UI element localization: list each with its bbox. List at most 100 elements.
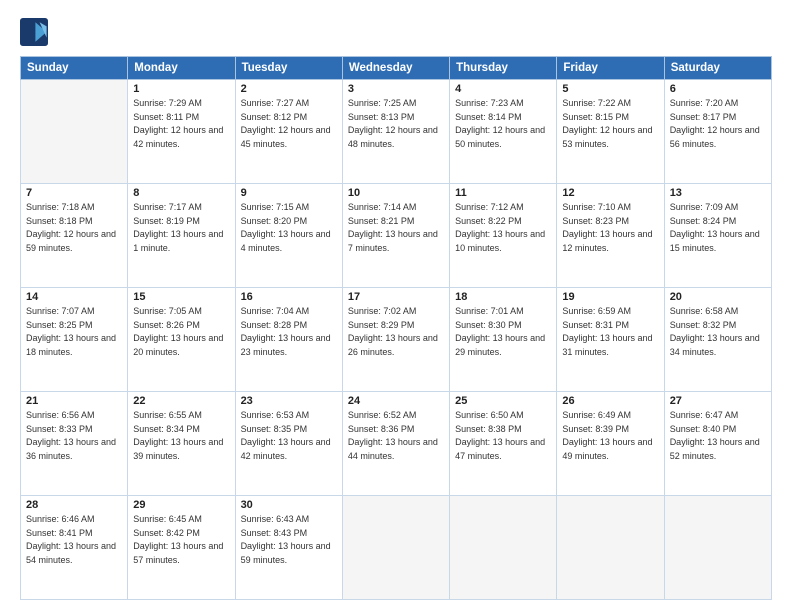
calendar-cell: 7 Sunrise: 7:18 AMSunset: 8:18 PMDaylight… — [21, 184, 128, 288]
day-number: 28 — [26, 499, 122, 511]
day-info: Sunrise: 7:10 AMSunset: 8:23 PMDaylight:… — [562, 201, 658, 255]
day-info: Sunrise: 7:22 AMSunset: 8:15 PMDaylight:… — [562, 97, 658, 151]
calendar-table: SundayMondayTuesdayWednesdayThursdayFrid… — [20, 56, 772, 600]
day-info: Sunrise: 6:45 AMSunset: 8:42 PMDaylight:… — [133, 513, 229, 567]
day-number: 30 — [241, 499, 337, 511]
day-number: 3 — [348, 83, 444, 95]
calendar-cell: 23Sunrise: 6:53 AMSunset: 8:35 PMDayligh… — [235, 392, 342, 496]
weekday-header-friday: Friday — [557, 57, 664, 80]
weekday-header-tuesday: Tuesday — [235, 57, 342, 80]
weekday-header-saturday: Saturday — [664, 57, 771, 80]
day-number: 8 — [133, 187, 229, 199]
day-info: Sunrise: 7:14 AMSunset: 8:21 PMDaylight:… — [348, 201, 444, 255]
calendar-cell: 5 Sunrise: 7:22 AMSunset: 8:15 PMDaylight… — [557, 80, 664, 184]
calendar-cell: 2 Sunrise: 7:27 AMSunset: 8:12 PMDaylight… — [235, 80, 342, 184]
day-info: Sunrise: 7:17 AMSunset: 8:19 PMDaylight:… — [133, 201, 229, 255]
day-info: Sunrise: 6:53 AMSunset: 8:35 PMDaylight:… — [241, 409, 337, 463]
day-number: 25 — [455, 395, 551, 407]
calendar-cell: 29 Sunrise: 6:45 AMSunset: 8:42 PMDayligh… — [128, 496, 235, 600]
day-number: 18 — [455, 291, 551, 303]
calendar-cell: 8 Sunrise: 7:17 AMSunset: 8:19 PMDaylight… — [128, 184, 235, 288]
day-number: 13 — [670, 187, 766, 199]
calendar-cell: 18 Sunrise: 7:01 AMSunset: 8:30 PMDayligh… — [450, 288, 557, 392]
weekday-header-thursday: Thursday — [450, 57, 557, 80]
day-number: 26 — [562, 395, 658, 407]
header — [20, 16, 772, 46]
calendar-cell: 13Sunrise: 7:09 AMSunset: 8:24 PMDayligh… — [664, 184, 771, 288]
calendar-cell: 20 Sunrise: 6:58 AMSunset: 8:32 PMDayligh… — [664, 288, 771, 392]
day-info: Sunrise: 7:29 AMSunset: 8:11 PMDaylight:… — [133, 97, 229, 151]
day-info: Sunrise: 6:59 AMSunset: 8:31 PMDaylight:… — [562, 305, 658, 359]
day-info: Sunrise: 6:52 AMSunset: 8:36 PMDaylight:… — [348, 409, 444, 463]
calendar-cell: 19 Sunrise: 6:59 AMSunset: 8:31 PMDayligh… — [557, 288, 664, 392]
day-info: Sunrise: 7:04 AMSunset: 8:28 PMDaylight:… — [241, 305, 337, 359]
calendar-cell: 1 Sunrise: 7:29 AMSunset: 8:11 PMDaylight… — [128, 80, 235, 184]
day-info: Sunrise: 6:46 AMSunset: 8:41 PMDaylight:… — [26, 513, 122, 567]
page: SundayMondayTuesdayWednesdayThursdayFrid… — [0, 0, 792, 612]
day-number: 5 — [562, 83, 658, 95]
weekday-header-monday: Monday — [128, 57, 235, 80]
day-number: 20 — [670, 291, 766, 303]
week-row-1: 1 Sunrise: 7:29 AMSunset: 8:11 PMDaylight… — [21, 80, 772, 184]
calendar-cell: 30 Sunrise: 6:43 AMSunset: 8:43 PMDayligh… — [235, 496, 342, 600]
day-info: Sunrise: 7:05 AMSunset: 8:26 PMDaylight:… — [133, 305, 229, 359]
day-info: Sunrise: 6:58 AMSunset: 8:32 PMDaylight:… — [670, 305, 766, 359]
week-row-3: 14 Sunrise: 7:07 AMSunset: 8:25 PMDayligh… — [21, 288, 772, 392]
day-number: 19 — [562, 291, 658, 303]
calendar-cell: 12Sunrise: 7:10 AMSunset: 8:23 PMDayligh… — [557, 184, 664, 288]
calendar-cell: 11Sunrise: 7:12 AMSunset: 8:22 PMDayligh… — [450, 184, 557, 288]
day-number: 15 — [133, 291, 229, 303]
calendar-cell: 27 Sunrise: 6:47 AMSunset: 8:40 PMDayligh… — [664, 392, 771, 496]
day-info: Sunrise: 6:56 AMSunset: 8:33 PMDaylight:… — [26, 409, 122, 463]
day-number: 22 — [133, 395, 229, 407]
day-number: 4 — [455, 83, 551, 95]
day-number: 27 — [670, 395, 766, 407]
day-number: 1 — [133, 83, 229, 95]
day-number: 14 — [26, 291, 122, 303]
day-info: Sunrise: 7:02 AMSunset: 8:29 PMDaylight:… — [348, 305, 444, 359]
day-info: Sunrise: 6:43 AMSunset: 8:43 PMDaylight:… — [241, 513, 337, 567]
calendar-cell — [21, 80, 128, 184]
calendar-cell: 25 Sunrise: 6:50 AMSunset: 8:38 PMDayligh… — [450, 392, 557, 496]
calendar-cell: 17Sunrise: 7:02 AMSunset: 8:29 PMDayligh… — [342, 288, 449, 392]
day-info: Sunrise: 6:47 AMSunset: 8:40 PMDaylight:… — [670, 409, 766, 463]
day-info: Sunrise: 7:27 AMSunset: 8:12 PMDaylight:… — [241, 97, 337, 151]
day-info: Sunrise: 6:50 AMSunset: 8:38 PMDaylight:… — [455, 409, 551, 463]
day-number: 21 — [26, 395, 122, 407]
day-info: Sunrise: 7:15 AMSunset: 8:20 PMDaylight:… — [241, 201, 337, 255]
calendar-cell: 28 Sunrise: 6:46 AMSunset: 8:41 PMDayligh… — [21, 496, 128, 600]
weekday-header-sunday: Sunday — [21, 57, 128, 80]
calendar-cell: 15 Sunrise: 7:05 AMSunset: 8:26 PMDayligh… — [128, 288, 235, 392]
week-row-2: 7 Sunrise: 7:18 AMSunset: 8:18 PMDaylight… — [21, 184, 772, 288]
day-info: Sunrise: 7:18 AMSunset: 8:18 PMDaylight:… — [26, 201, 122, 255]
day-info: Sunrise: 7:23 AMSunset: 8:14 PMDaylight:… — [455, 97, 551, 151]
day-number: 24 — [348, 395, 444, 407]
calendar-cell: 14 Sunrise: 7:07 AMSunset: 8:25 PMDayligh… — [21, 288, 128, 392]
calendar-cell — [450, 496, 557, 600]
calendar-cell: 24 Sunrise: 6:52 AMSunset: 8:36 PMDayligh… — [342, 392, 449, 496]
day-info: Sunrise: 6:55 AMSunset: 8:34 PMDaylight:… — [133, 409, 229, 463]
day-number: 16 — [241, 291, 337, 303]
calendar-cell: 16 Sunrise: 7:04 AMSunset: 8:28 PMDayligh… — [235, 288, 342, 392]
calendar-cell: 6 Sunrise: 7:20 AMSunset: 8:17 PMDaylight… — [664, 80, 771, 184]
day-info: Sunrise: 7:20 AMSunset: 8:17 PMDaylight:… — [670, 97, 766, 151]
day-info: Sunrise: 7:07 AMSunset: 8:25 PMDaylight:… — [26, 305, 122, 359]
weekday-header-wednesday: Wednesday — [342, 57, 449, 80]
weekday-header-row: SundayMondayTuesdayWednesdayThursdayFrid… — [21, 57, 772, 80]
logo — [20, 18, 50, 46]
calendar-cell: 26 Sunrise: 6:49 AMSunset: 8:39 PMDayligh… — [557, 392, 664, 496]
calendar-cell: 3Sunrise: 7:25 AMSunset: 8:13 PMDaylight… — [342, 80, 449, 184]
calendar-cell: 9Sunrise: 7:15 AMSunset: 8:20 PMDaylight… — [235, 184, 342, 288]
day-number: 2 — [241, 83, 337, 95]
day-number: 29 — [133, 499, 229, 511]
day-number: 7 — [26, 187, 122, 199]
day-number: 6 — [670, 83, 766, 95]
day-info: Sunrise: 6:49 AMSunset: 8:39 PMDaylight:… — [562, 409, 658, 463]
week-row-5: 28 Sunrise: 6:46 AMSunset: 8:41 PMDayligh… — [21, 496, 772, 600]
day-info: Sunrise: 7:01 AMSunset: 8:30 PMDaylight:… — [455, 305, 551, 359]
calendar-cell: 10Sunrise: 7:14 AMSunset: 8:21 PMDayligh… — [342, 184, 449, 288]
day-info: Sunrise: 7:12 AMSunset: 8:22 PMDaylight:… — [455, 201, 551, 255]
calendar-cell — [557, 496, 664, 600]
calendar-cell: 22 Sunrise: 6:55 AMSunset: 8:34 PMDayligh… — [128, 392, 235, 496]
calendar-cell — [664, 496, 771, 600]
